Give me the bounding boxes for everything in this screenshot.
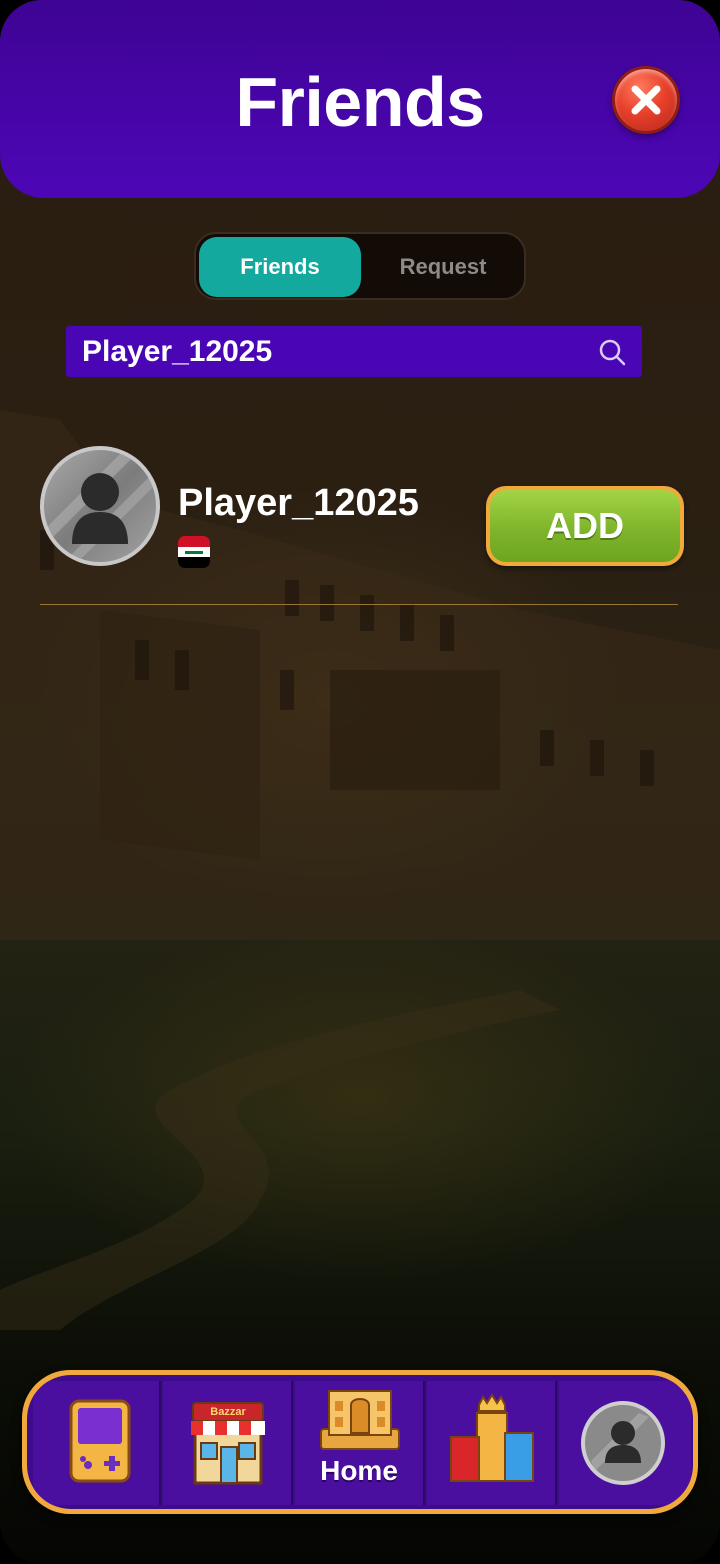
bazzar-sign-text: Bazzar <box>210 1406 246 1418</box>
tab-request[interactable]: Request <box>362 237 524 297</box>
nav-item-leaderboard[interactable] <box>427 1381 557 1505</box>
bottom-nav: Bazzar Home <box>22 1370 698 1514</box>
divider <box>40 604 678 605</box>
nav-label-home: Home <box>320 1455 398 1486</box>
close-icon <box>631 85 661 115</box>
gamepad-icon <box>69 1399 131 1483</box>
avatar-icon <box>44 450 156 562</box>
shop-icon <box>191 1402 265 1485</box>
podium-icon <box>450 1393 534 1482</box>
search-input[interactable]: Player_12025 <box>66 326 642 377</box>
search-value: Player_12025 <box>82 335 273 368</box>
avatar[interactable] <box>40 446 160 566</box>
nav-item-home[interactable]: Home <box>295 1381 425 1505</box>
add-button-label: ADD <box>490 490 680 562</box>
nav-item-bazzar[interactable]: Bazzar <box>163 1381 293 1505</box>
close-button[interactable] <box>612 66 680 134</box>
path-background <box>0 990 560 1330</box>
tab-switcher: Friends Request <box>194 232 526 300</box>
add-friend-button[interactable]: ADD <box>486 486 684 566</box>
search-icon[interactable] <box>598 338 626 366</box>
nav-item-profile[interactable] <box>559 1381 691 1505</box>
header: Friends <box>0 0 720 198</box>
friends-screen: Friends Friends Request Player_12025 Pla… <box>0 0 720 1564</box>
player-name: Player_12025 <box>178 482 419 524</box>
nav-item-games[interactable] <box>33 1381 161 1505</box>
tab-friends[interactable]: Friends <box>199 237 361 297</box>
iraq-flag-icon <box>178 536 210 568</box>
avatar-icon <box>581 1401 665 1485</box>
